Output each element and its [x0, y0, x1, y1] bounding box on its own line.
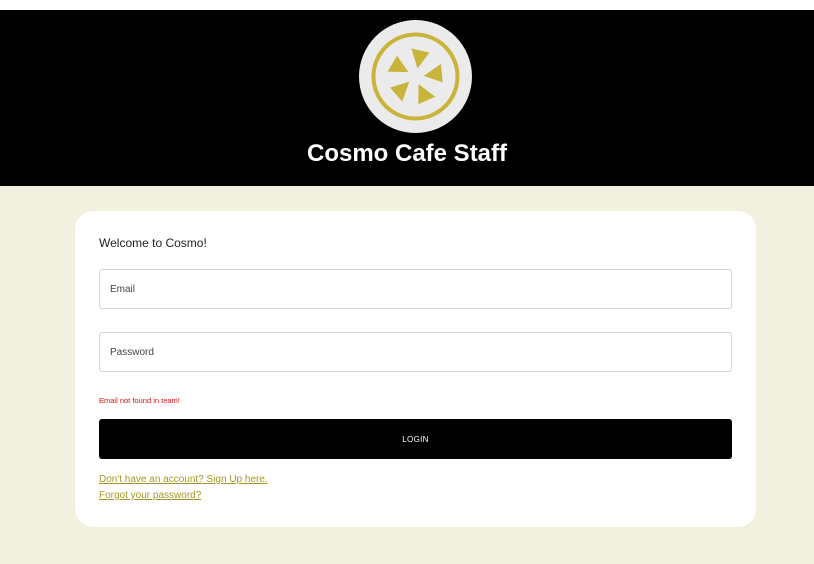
email-field[interactable]: [99, 269, 732, 309]
signup-link[interactable]: Don't have an account? Sign Up here.: [99, 474, 268, 485]
password-field[interactable]: [99, 332, 732, 372]
forgot-password-link[interactable]: Forgot your password?: [99, 490, 201, 501]
error-message: Email not found in team!: [99, 396, 180, 405]
top-strip: [0, 0, 814, 10]
login-button[interactable]: LOGIN: [99, 419, 732, 459]
cosmo-logo-icon: [359, 20, 472, 133]
welcome-text: Welcome to Cosmo!: [99, 236, 207, 250]
login-card: Welcome to Cosmo! Email not found in tea…: [75, 211, 756, 527]
header-banner: Cosmo Cafe Staff: [0, 10, 814, 186]
page-title: Cosmo Cafe Staff: [306, 140, 508, 167]
